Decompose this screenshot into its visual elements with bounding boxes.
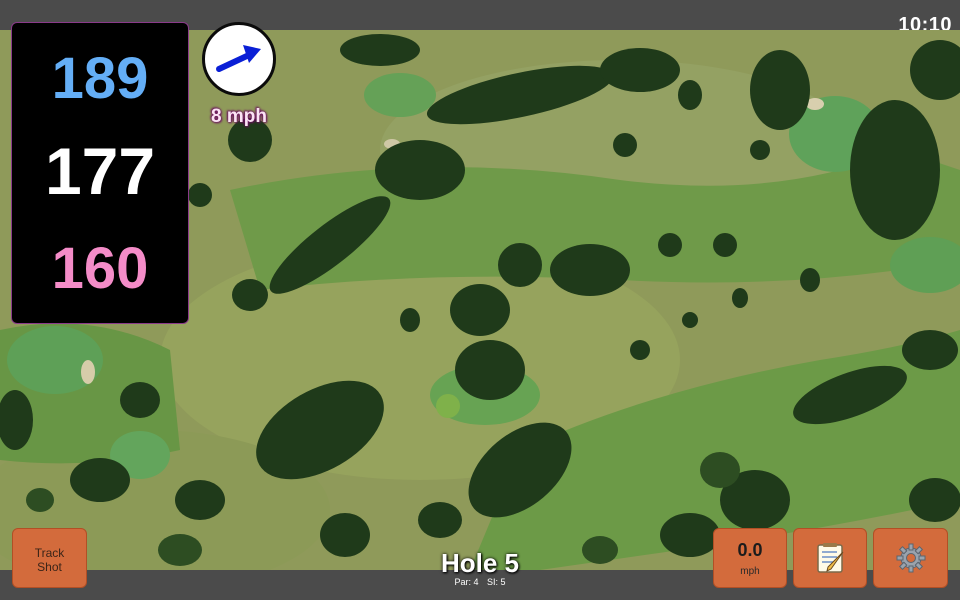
hole-stroke-index: SI: 5 xyxy=(487,577,506,587)
gear-icon xyxy=(896,543,925,573)
notepad-icon xyxy=(817,543,844,573)
wind-direction-dial[interactable] xyxy=(202,22,276,96)
hole-details: Par: 4 SI: 5 xyxy=(380,577,580,587)
notes-button[interactable] xyxy=(793,528,867,588)
distance-back: 189 xyxy=(51,46,149,111)
track-shot-label-line2: Shot xyxy=(37,560,62,574)
distance-panel: 189 177 160 xyxy=(11,22,189,324)
hole-title: Hole 5 xyxy=(440,548,520,578)
golf-gps-screen: 10:10 189 177 160 8 mph Track Shot Hole … xyxy=(0,0,960,600)
track-shot-button[interactable]: Track Shot xyxy=(12,528,87,588)
arrow-icon xyxy=(216,45,261,72)
track-shot-label-line1: Track xyxy=(34,546,65,560)
hole-par: Par: 4 xyxy=(454,577,479,587)
speed-button[interactable]: 0.0 mph xyxy=(713,528,787,588)
speed-value: 0.0 xyxy=(737,540,763,560)
distance-front: 160 xyxy=(51,236,149,301)
speed-unit: mph xyxy=(740,566,760,577)
distance-middle: 177 xyxy=(44,134,156,208)
hole-info[interactable]: Hole 5 Par: 4 SI: 5 xyxy=(380,548,580,587)
settings-button[interactable] xyxy=(873,528,948,588)
wind-speed-label: 8 mph xyxy=(211,106,267,127)
